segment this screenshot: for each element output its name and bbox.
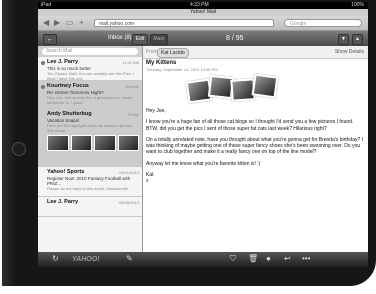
mail-navbar: ← Inbox (8) Edit Mark 8 / 95 ▼ ▲ [38,31,368,46]
ipad-device: iPad 4:33 PM 100% Yahoo! Mail ◀ ▶ ▭ + ma… [2,0,376,286]
unread-dot [41,61,45,65]
photo-thumbnail [94,135,116,151]
inbox-title: Inbox (8) [108,35,132,41]
attachment-thumbnails [47,135,139,151]
left-arrow-icon: ← [46,36,54,43]
next-message-button[interactable]: ▲ [352,34,363,45]
compose-icon[interactable]: ✎ [126,254,133,264]
photo-thumbnail [117,135,139,151]
chevron-up-icon: ▲ [355,36,360,42]
message-list: Search Mail Lee J. Parry 11:42 AM This i… [38,46,143,252]
list-item[interactable]: Kourtney Focus Sunday Re: Dinner Tomorro… [38,81,142,109]
browser-toolbar: ◀ ▶ ▭ + mail.yahoo.com Google [38,16,368,31]
message-date: Tuesday, September 14, 2010 12:46 PM [146,67,218,72]
reply-icon[interactable]: ↩ [284,254,291,264]
photo-attachment[interactable] [251,73,279,99]
home-button[interactable] [12,142,26,156]
message-counter: 8 / 95 [226,35,244,42]
list-item[interactable]: Andy Shutterbug Friday Vacation Snaps! H… [38,109,142,167]
flag-icon[interactable]: ● [266,254,271,264]
forward-arrow-icon[interactable]: ▶ [54,19,60,27]
list-item[interactable]: Yahoo! Sports 09/11/2010 Register Now: 2… [38,167,142,197]
status-bar: iPad 4:33 PM 100% [38,2,368,9]
yahoo-logo: YAHOO! [72,256,100,263]
sender-chip[interactable]: Kat Lucido [157,48,189,58]
edit-button[interactable]: Edit [132,34,148,45]
battery-level: 100% [351,2,364,8]
carrier: iPad [41,2,52,8]
message-body: Hey Joe, I know you're a huge fan of all… [146,108,364,185]
trash-icon[interactable]: 🗑 [248,254,258,264]
add-bookmark-icon[interactable]: + [79,19,84,27]
browser-title: Yahoo! Mail [38,9,368,16]
photo-attachments[interactable] [185,73,279,104]
browser-search-field[interactable]: Google [284,19,362,27]
shield-icon[interactable]: ⛉ [230,254,236,264]
from-row: From: Kat Lucido Show Details [143,46,368,59]
back-button[interactable]: ← [43,34,57,45]
photo-thumbnail [70,135,92,151]
bookmarks-icon[interactable]: ▭ [66,19,74,27]
search-mail-input[interactable]: Search Mail [42,48,138,55]
refresh-icon[interactable]: ↻ [52,254,59,264]
list-item[interactable]: Lee J. Parry 08/28/2010 [38,197,142,217]
chevron-down-icon: ▼ [341,36,346,42]
message-subject: My Kittens [146,60,177,66]
list-item[interactable]: Lee J. Parry 11:42 AM This is so much be… [38,57,142,81]
more-icon[interactable]: ••• [302,254,310,264]
clock: 4:33 PM [190,2,209,8]
mark-button[interactable]: Mark [150,34,168,45]
back-arrow-icon[interactable]: ◀ [43,19,49,27]
photo-thumbnail [47,135,69,151]
message-detail: From: Kat Lucido Show Details My Kittens… [143,46,368,252]
show-details-link[interactable]: Show Details [335,46,364,58]
unread-dot [41,85,45,89]
bottom-toolbar: ↻ YAHOO! ✎ ⛉ 🗑 ● ↩ ••• [38,252,368,267]
url-field[interactable]: mail.yahoo.com [94,19,274,27]
previous-message-button[interactable]: ▼ [338,34,349,45]
screen: iPad 4:33 PM 100% Yahoo! Mail ◀ ▶ ▭ + ma… [38,2,368,267]
